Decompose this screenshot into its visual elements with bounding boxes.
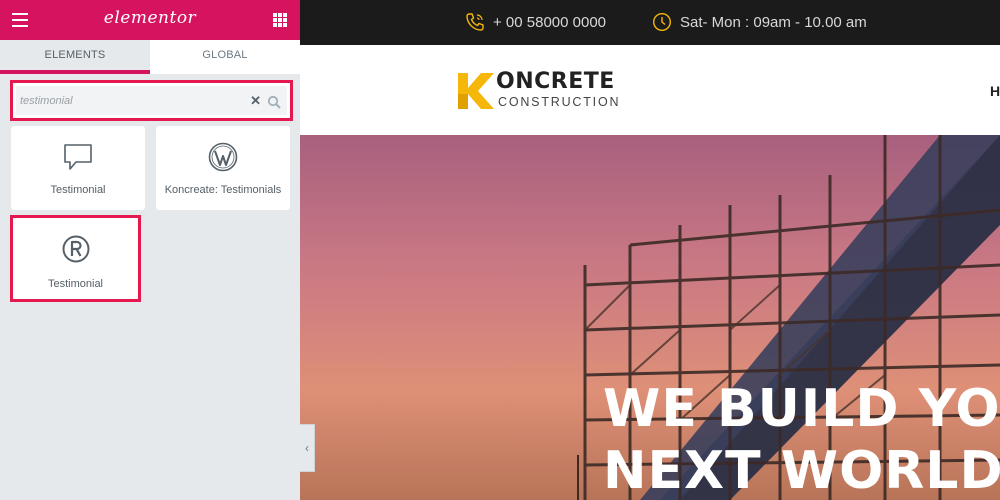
widgets-grid-icon[interactable] <box>273 13 287 27</box>
search-icon[interactable] <box>267 95 281 109</box>
site-header: ONCRETE CONSTRUCTION H <box>300 45 1000 135</box>
hero-banner: WE BUILD YOU NEXT WORLD <box>300 135 1000 500</box>
logo-k-mark <box>458 73 494 109</box>
widget-label: Koncreate: Testimonials <box>164 184 282 196</box>
tab-global[interactable]: GLOBAL <box>150 40 300 74</box>
search-box: ✕ <box>16 86 287 115</box>
widget-label: Testimonial <box>47 278 104 290</box>
hero-heading-line1: WE BUILD YOU <box>603 379 1000 439</box>
elementor-panel: elementor ELEMENTS GLOBAL ✕ Testimonial <box>0 0 300 500</box>
hero-heading-line2: NEXT WORLD <box>603 441 1000 500</box>
tab-elements[interactable]: ELEMENTS <box>0 40 150 74</box>
opening-hours: Sat- Mon : 09am - 10.00 am <box>680 13 867 31</box>
topbar-hours: Sat- Mon : 09am - 10.00 am <box>652 12 867 32</box>
speech-bubble-icon <box>11 140 145 174</box>
phone-number: + 00 58000 0000 <box>493 13 607 31</box>
hamburger-menu-icon[interactable] <box>12 13 28 27</box>
panel-tabs: ELEMENTS GLOBAL <box>0 40 300 74</box>
logo-wordmark: ONCRETE <box>496 69 615 94</box>
nav-item-truncated[interactable]: H <box>990 83 1000 99</box>
site-preview: + 00 58000 0000 Sat- Mon : 09am - 10.00 … <box>300 0 1000 500</box>
search-input[interactable] <box>20 86 240 115</box>
widget-testimonial-registered[interactable]: Testimonial <box>13 218 138 299</box>
site-topbar: + 00 58000 0000 Sat- Mon : 09am - 10.00 … <box>300 0 1000 45</box>
wordpress-icon <box>156 140 290 174</box>
logo-tagline: CONSTRUCTION <box>498 95 621 109</box>
elementor-logo: elementor <box>103 8 197 28</box>
phone-icon <box>466 13 484 31</box>
topbar-phone: + 00 58000 0000 <box>465 12 606 32</box>
widget-koncreate-testimonials[interactable]: Koncreate: Testimonials <box>156 126 290 210</box>
koncrete-logo[interactable]: ONCRETE CONSTRUCTION <box>456 69 626 111</box>
widget-testimonial[interactable]: Testimonial <box>11 126 145 210</box>
panel-collapse-button[interactable]: ‹ <box>300 424 315 472</box>
panel-header: elementor <box>0 0 300 40</box>
registered-icon <box>13 232 138 266</box>
search-highlight: ✕ <box>10 80 293 121</box>
clock-icon <box>652 12 672 32</box>
widget-label: Testimonial <box>50 184 106 196</box>
clear-search-icon[interactable]: ✕ <box>250 94 261 107</box>
